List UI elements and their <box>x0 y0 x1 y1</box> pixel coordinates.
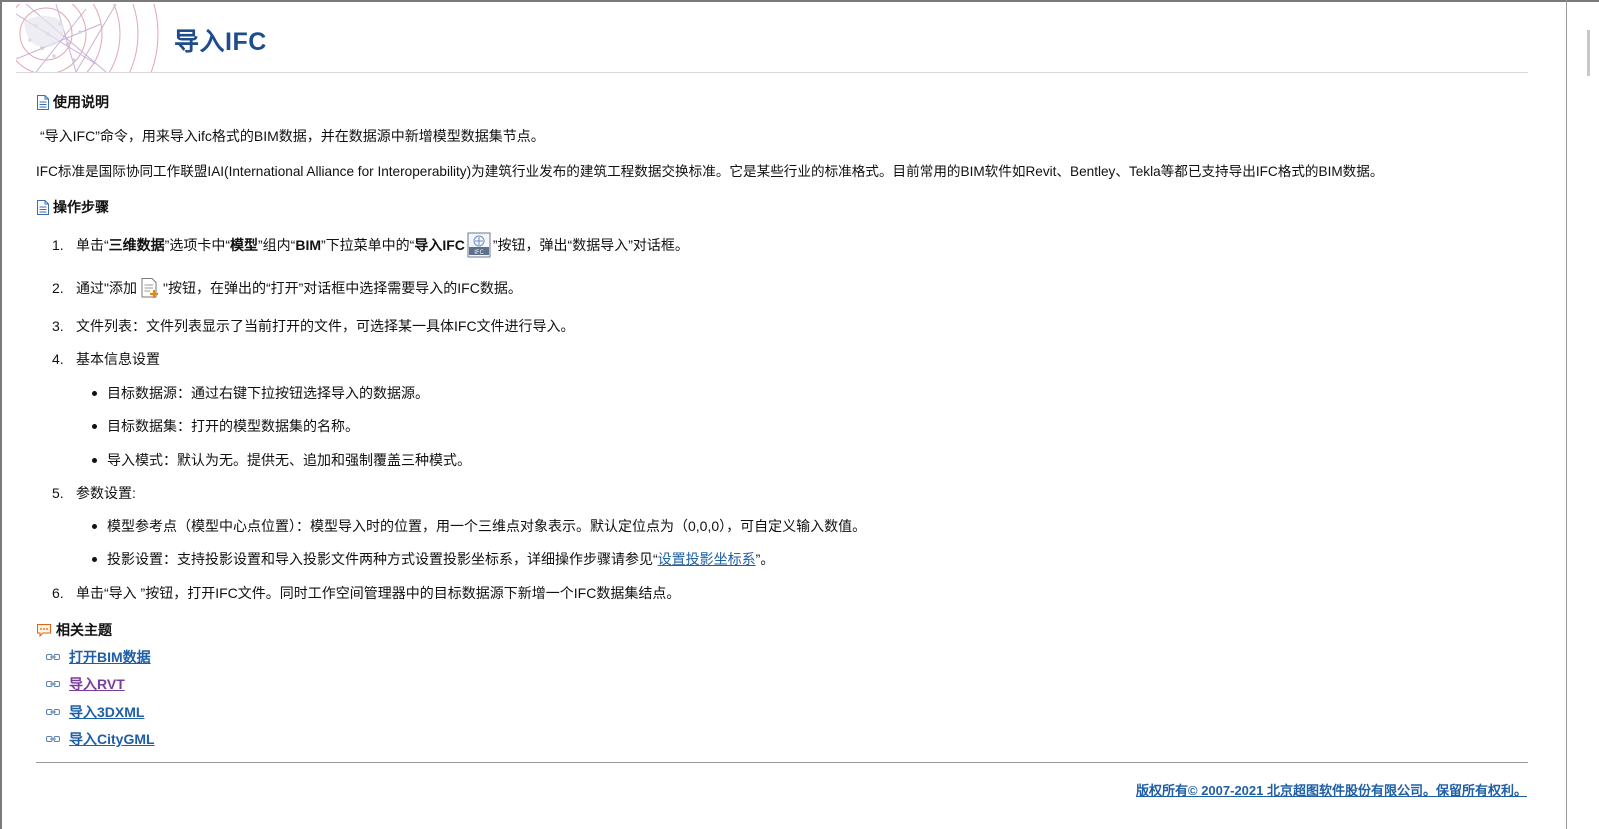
bullet-dot <box>92 457 97 463</box>
usage-heading-text: 使用说明 <box>53 94 109 110</box>
related-item[interactable]: 导入RVT <box>43 674 125 694</box>
bullet-text: 目标数据集：打开的模型数据集的名称。 <box>107 418 359 434</box>
document-icon <box>37 94 49 110</box>
bullet-text: 导入模式：默认为无。提供无、追加和强制覆盖三种模式。 <box>107 452 471 468</box>
page-header: 导入IFC <box>16 4 1528 72</box>
related-item[interactable]: 导入3DXML <box>43 702 144 722</box>
link-icon <box>46 654 60 660</box>
step-2: 2. 通过"添加 "按钮，在弹出的“打开”对话框中选择需要导入的IFC数据。 <box>52 277 522 299</box>
step-text: 通过"添加 <box>76 280 137 296</box>
bullet-text: ”。 <box>755 551 775 567</box>
list-item: 目标数据源：通过右键下拉按钮选择导入的数据源。 <box>92 383 429 403</box>
step-number: 5. <box>52 485 64 501</box>
step-4: 4. 基本信息设置 <box>52 349 160 369</box>
step-1: 1. 单击“ 三维数据 ”选项卡中“ 模型 ”组内“ BIM ”下拉菜单中的“ 导入IFC I… <box>52 232 689 258</box>
set-projection-link[interactable]: 设置投影坐标系 <box>658 549 756 569</box>
step-text: 基本信息设置 <box>76 351 160 367</box>
step-text: ”下拉菜单中的“ <box>321 237 415 253</box>
link-icon <box>46 681 60 687</box>
copyright-link[interactable]: 版权所有© 2007-2021 北京超图软件股份有限公司。保留所有权利。 <box>1136 780 1527 799</box>
step-number: 1. <box>52 237 64 253</box>
list-item: 目标数据集：打开的模型数据集的名称。 <box>92 416 359 436</box>
bullet-dot <box>92 523 97 529</box>
usage-paragraph-1: “导入IFC”命令，用来导入ifc格式的BIM数据，并在数据源中新增模型数据集节… <box>40 128 545 144</box>
step-text: ”按钮，弹出“数据导入”对话框。 <box>492 237 689 253</box>
related-link-import-citygml[interactable]: 导入CityGML <box>69 729 155 749</box>
step-text: 单击“导入 ”按钮，打开IFC文件。同时工作空间管理器中的目标数据源下新增一个I… <box>76 585 681 601</box>
step-number: 6. <box>52 585 64 601</box>
button-name-import-ifc: 导入IFC <box>414 237 465 253</box>
usage-paragraph-2: IFC标准是国际协同工作联盟IAI(International Alliance… <box>36 164 1384 179</box>
bullet-dot <box>92 556 97 562</box>
bullet-dot <box>92 390 97 396</box>
step-3: 3. 文件列表：文件列表显示了当前打开的文件，可选择某一具体IFC文件进行导入。 <box>52 316 575 336</box>
step-text: 参数设置: <box>76 485 136 501</box>
bullet-text: 目标数据源：通过右键下拉按钮选择导入的数据源。 <box>107 385 429 401</box>
related-link-import-3dxml[interactable]: 导入3DXML <box>69 702 144 722</box>
related-item[interactable]: 打开BIM数据 <box>43 647 151 667</box>
speech-bubble-icon <box>37 624 51 637</box>
step-number: 2. <box>52 280 64 296</box>
import-ifc-icon: IFC <box>467 232 491 258</box>
step-5: 5. 参数设置: <box>52 483 136 503</box>
step-text: 单击“ <box>76 237 109 253</box>
menu-name-bim: BIM <box>295 237 321 253</box>
step-number: 3. <box>52 318 64 334</box>
group-name-model: 模型 <box>230 237 258 253</box>
vertical-scrollbar[interactable] <box>1567 2 1599 829</box>
step-number: 4. <box>52 351 64 367</box>
window-top-border <box>0 0 1599 2</box>
document-icon <box>37 199 49 215</box>
globe-network-logo <box>16 4 159 72</box>
footer-divider <box>36 762 1528 763</box>
list-item: 导入模式：默认为无。提供无、追加和强制覆盖三种模式。 <box>92 450 471 470</box>
related-heading-text: 相关主题 <box>56 622 112 638</box>
tab-name-3d-data: 三维数据 <box>108 237 165 253</box>
step-text: ”组内“ <box>258 237 296 253</box>
page-title: 导入IFC <box>174 28 267 56</box>
scrollbar-thumb[interactable] <box>1587 30 1590 76</box>
related-link-import-rvt[interactable]: 导入RVT <box>69 674 125 694</box>
link-icon <box>46 736 60 742</box>
bullet-text: 投影设置：支持投影设置和导入投影文件两种方式设置投影坐标系，详细操作步骤请参见“ <box>107 551 658 567</box>
steps-heading-text: 操作步骤 <box>53 199 109 215</box>
step-6: 6. 单击“导入 ”按钮，打开IFC文件。同时工作空间管理器中的目标数据源下新增… <box>52 583 680 603</box>
related-heading: 相关主题 <box>36 620 112 640</box>
svg-text:IFC: IFC <box>474 249 483 256</box>
step-text: "按钮，在弹出的“打开”对话框中选择需要导入的IFC数据。 <box>162 280 522 296</box>
usage-heading: 使用说明 <box>36 92 109 112</box>
related-item[interactable]: 导入CityGML <box>43 729 155 749</box>
bullet-dot <box>92 423 97 429</box>
add-file-icon <box>141 278 158 298</box>
list-item: 模型参考点（模型中心点位置）：模型导入时的位置，用一个三维点对象表示。默认定位点… <box>92 516 866 536</box>
link-icon <box>46 709 60 715</box>
window-left-border <box>0 0 2 829</box>
header-divider <box>16 72 1528 73</box>
bullet-text: 模型参考点（模型中心点位置）：模型导入时的位置，用一个三维点对象表示。默认定位点… <box>107 518 867 534</box>
steps-heading: 操作步骤 <box>36 197 109 217</box>
related-link-open-bim[interactable]: 打开BIM数据 <box>69 647 151 667</box>
step-text: ”选项卡中“ <box>164 237 230 253</box>
step-text: 文件列表：文件列表显示了当前打开的文件，可选择某一具体IFC文件进行导入。 <box>76 318 575 334</box>
list-item: 投影设置：支持投影设置和导入投影文件两种方式设置投影坐标系，详细操作步骤请参见“… <box>92 549 774 569</box>
